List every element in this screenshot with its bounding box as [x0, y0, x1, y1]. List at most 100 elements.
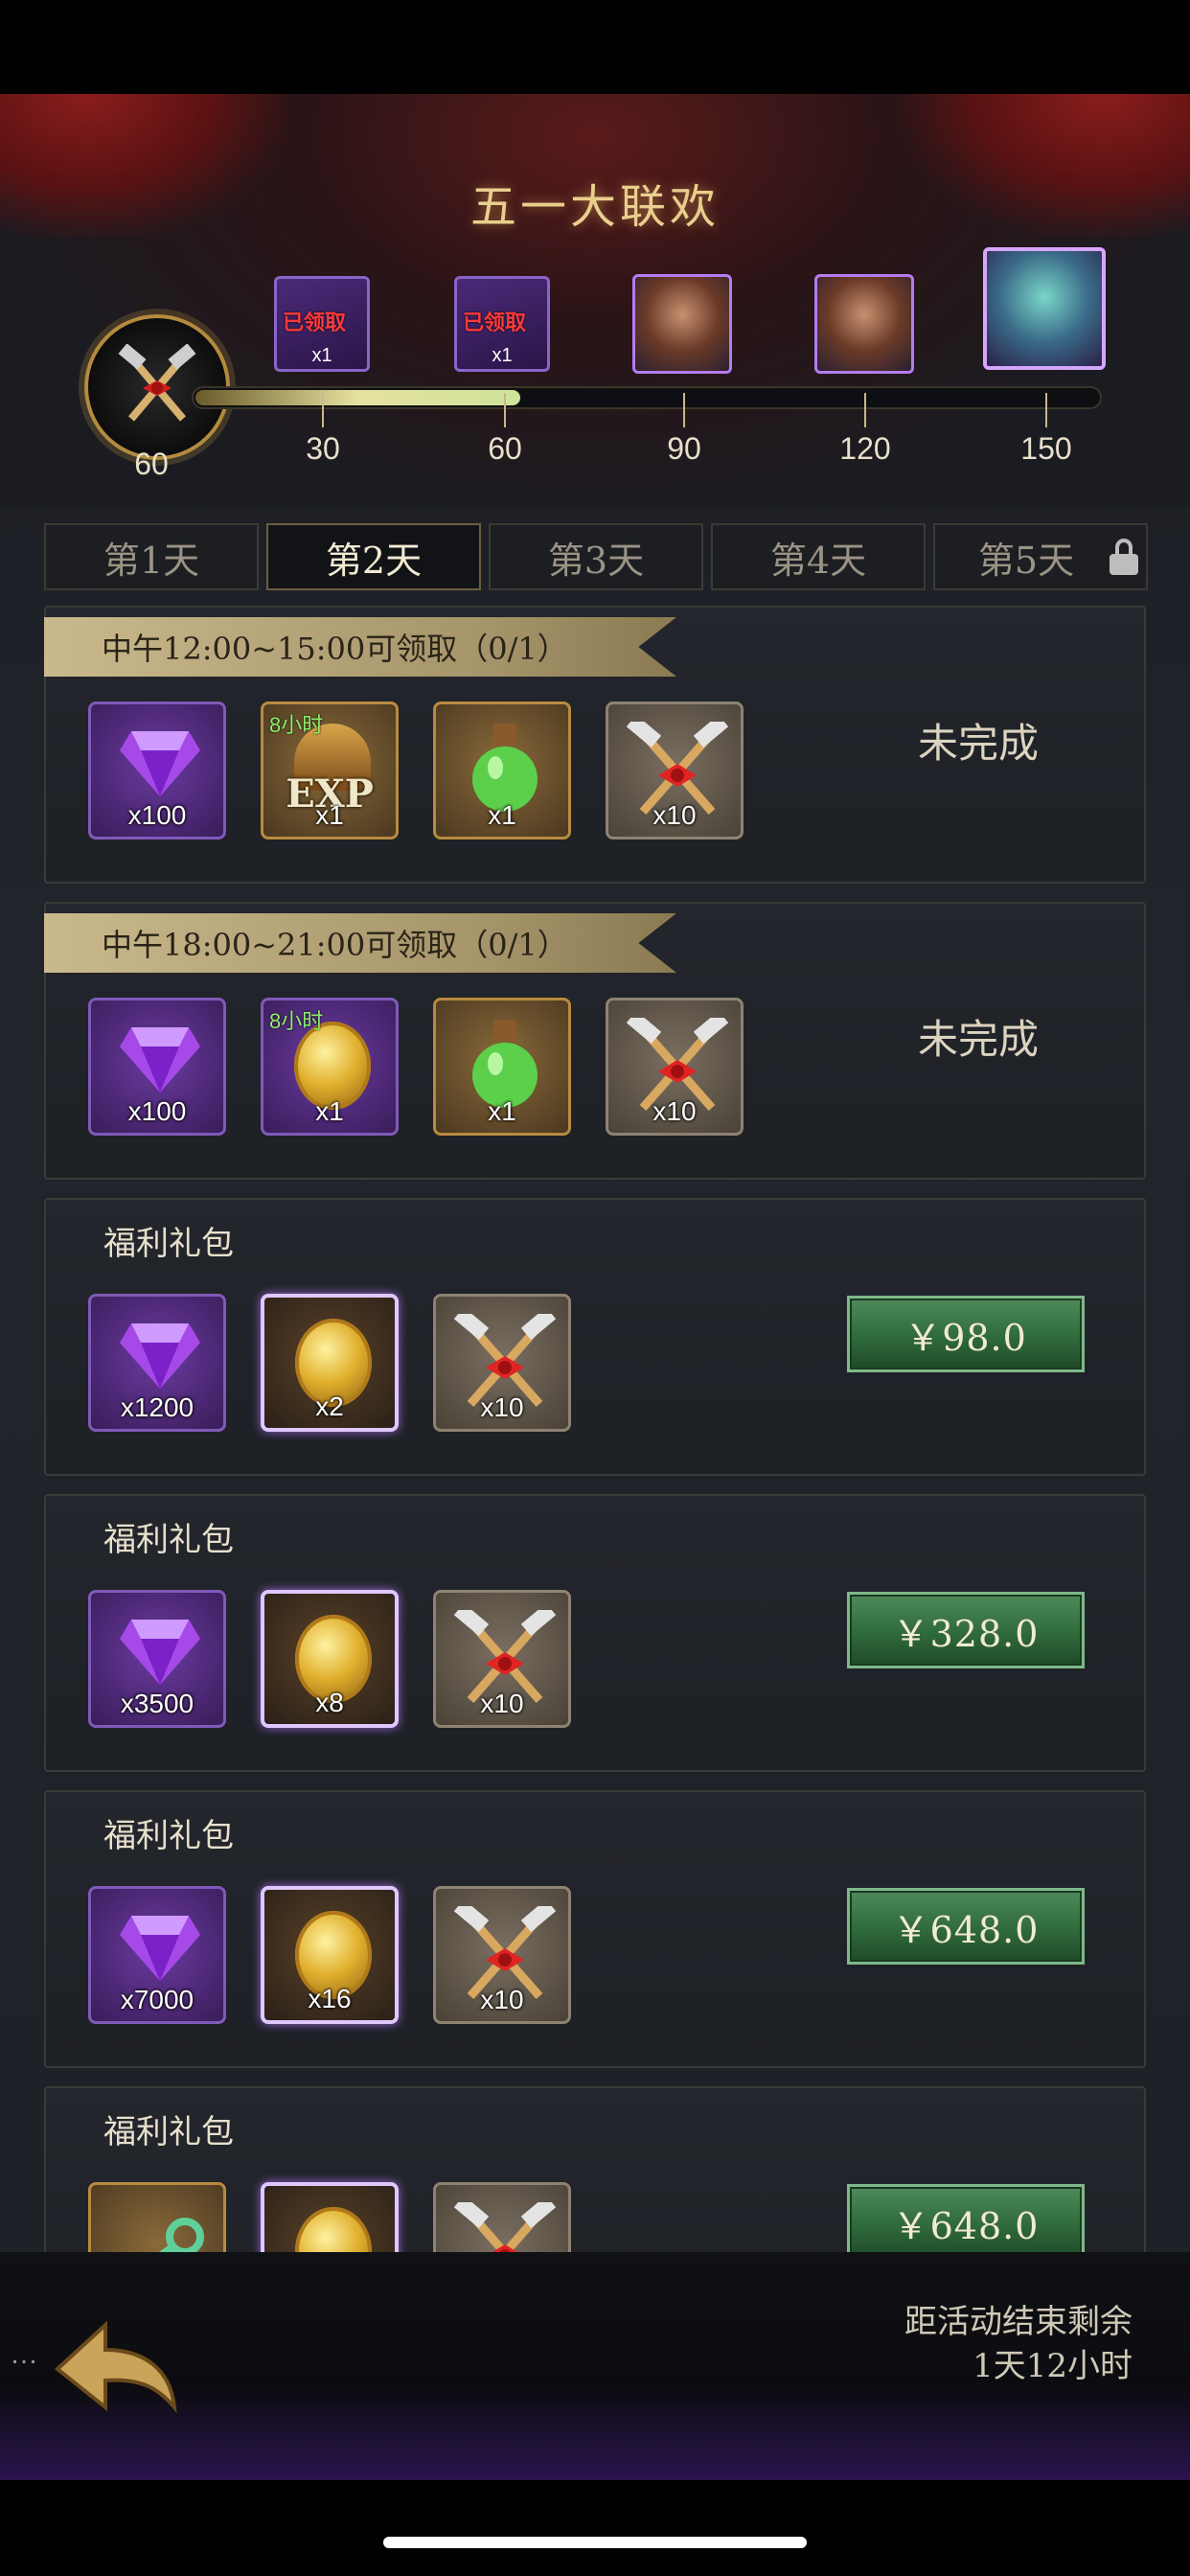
pack-items: x3500 x8 x10	[88, 1590, 571, 1728]
reward-item[interactable]: 8小时 x1	[261, 998, 399, 1136]
milestone-reward-60[interactable]: 已领取 x1	[454, 276, 550, 372]
pack-items: x1200 x2 x10	[88, 1294, 571, 1432]
progress-track	[192, 386, 1102, 409]
item-count: x1	[488, 1096, 516, 1126]
item-count: x3500	[120, 1689, 195, 1718]
reward-item[interactable]: x100	[88, 702, 226, 840]
item-count: x2	[315, 1392, 344, 1421]
purple-gem-icon	[120, 1916, 200, 1981]
event-header: 五一大联欢 60 30 60 90 120 150 已领取 x1 已领取 x1	[0, 94, 1190, 506]
task-status: 未完成	[917, 720, 1039, 767]
gift-pack-panel: 福利礼包 x3500 x8 x10 ￥328.0	[44, 1494, 1146, 1772]
item-count: x1	[488, 800, 516, 830]
lock-icon	[1110, 539, 1138, 577]
milestone-label: 150	[1020, 431, 1072, 466]
reward-items: x100 8小时 EXP x1 x1 x10	[88, 702, 744, 840]
reward-item[interactable]: x100	[88, 998, 226, 1136]
purple-gem-icon	[120, 1027, 200, 1092]
tab-day-3[interactable]: 第3天	[489, 523, 703, 590]
milestone-reward-30[interactable]: 已领取 x1	[274, 276, 370, 372]
reward-item[interactable]: x10	[433, 1590, 571, 1728]
milestone-label: 90	[667, 431, 701, 466]
pack-items: x7000 x16 x10	[88, 1886, 571, 2024]
task-title-ribbon: 中午12:00~15:00可领取（0/1）	[44, 617, 676, 677]
reward-item[interactable]: x1	[433, 702, 571, 840]
purple-gem-icon	[120, 1323, 200, 1389]
countdown-label: 距活动结束剩余	[904, 2303, 1133, 2341]
task-title-ribbon: 中午18:00~21:00可领取（0/1）	[44, 913, 676, 973]
pack-title: 福利礼包	[103, 1521, 234, 1559]
pack-title: 福利礼包	[103, 1817, 234, 1855]
item-count: x10	[652, 1096, 697, 1126]
reward-item[interactable]: x10	[433, 1294, 571, 1432]
reward-count: x1	[492, 345, 513, 366]
progress-fill	[195, 390, 520, 405]
home-indicator-area	[0, 2480, 1190, 2576]
reward-item[interactable]: x1	[433, 998, 571, 1136]
milestone-tick	[322, 393, 324, 427]
item-count: x16	[308, 1984, 352, 2013]
purple-gem-icon	[120, 1620, 200, 1685]
reward-item[interactable]: x10	[433, 1886, 571, 2024]
reward-count: x1	[311, 345, 332, 366]
more-dots: …	[10, 2338, 38, 2370]
gift-pack-panel: 福利礼包 x7000 x16 x10 ￥648.0	[44, 1790, 1146, 2068]
milestone-reward-120-hero-portrait[interactable]	[814, 274, 914, 374]
purple-gem-icon	[120, 731, 200, 796]
task-status: 未完成	[917, 1016, 1039, 1063]
timer-label: 8小时	[269, 713, 324, 737]
item-count: x10	[480, 1689, 524, 1718]
tab-day-5[interactable]: 第5天	[933, 523, 1148, 590]
event-screen: 五一大联欢 60 30 60 90 120 150 已领取 x1 已领取 x1 …	[0, 94, 1190, 2480]
reward-item[interactable]: 8小时 EXP x1	[261, 702, 399, 840]
pack-title: 福利礼包	[103, 2113, 234, 2151]
task-panel: 中午18:00~21:00可领取（0/1） x100 8小时 x1 x1 x10…	[44, 902, 1146, 1180]
milestone-label: 60	[488, 431, 522, 466]
reward-item[interactable]: x10	[606, 702, 744, 840]
milestone-reward-90-hero-portrait[interactable]	[632, 274, 732, 374]
tab-label: 第1天	[103, 539, 200, 582]
footer-bar: … 距活动结束剩余 1天12小时	[0, 2252, 1190, 2480]
milestone-tick	[864, 393, 866, 427]
buy-pack-button[interactable]: ￥648.0	[847, 1888, 1085, 1965]
tab-day-4[interactable]: 第4天	[711, 523, 926, 590]
buy-pack-button[interactable]: ￥98.0	[847, 1296, 1085, 1372]
buy-pack-button[interactable]: ￥328.0	[847, 1592, 1085, 1668]
reward-item[interactable]: x8	[261, 1590, 399, 1728]
claimed-label: 已领取	[283, 310, 347, 334]
tab-day-1[interactable]: 第1天	[44, 523, 259, 590]
reward-item[interactable]: x10	[606, 998, 744, 1136]
crossed-hammers-icon	[118, 344, 196, 422]
milestone-label: 120	[839, 431, 891, 466]
back-arrow-icon[interactable]	[48, 2312, 182, 2417]
timer-label: 8小时	[269, 1009, 324, 1033]
tab-label: 第3天	[547, 539, 645, 582]
milestone-reward-150-hero-portrait[interactable]	[983, 247, 1106, 370]
reward-item[interactable]: x16	[261, 1886, 399, 2024]
tab-label: 第2天	[325, 539, 423, 582]
tab-label: 第5天	[977, 539, 1075, 582]
current-points: 60	[134, 447, 169, 481]
day-tabs: 第1天 第2天 第3天 第4天 第5天	[44, 523, 1148, 590]
item-count: x10	[480, 1392, 524, 1422]
pack-title: 福利礼包	[103, 1225, 234, 1263]
task-panel: 中午12:00~15:00可领取（0/1） x100 8小时 EXP x1 x1…	[44, 606, 1146, 884]
tab-label: 第4天	[769, 539, 867, 582]
home-indicator-bar[interactable]	[383, 2537, 807, 2548]
milestone-label: 30	[306, 431, 340, 466]
reward-item[interactable]: x2	[261, 1294, 399, 1432]
buy-pack-button[interactable]: ￥648.0	[847, 2184, 1085, 2261]
milestone-tick	[683, 393, 685, 427]
status-bar	[0, 0, 1190, 94]
reward-item[interactable]: x3500	[88, 1590, 226, 1728]
reward-item[interactable]: x7000	[88, 1886, 226, 2024]
milestone-tick	[504, 393, 506, 427]
event-title: 五一大联欢	[469, 180, 720, 234]
item-count: x10	[652, 800, 697, 830]
item-count: x10	[480, 1985, 524, 2014]
item-count: x100	[127, 800, 187, 830]
tab-day-2[interactable]: 第2天	[266, 523, 481, 590]
item-count: x7000	[120, 1985, 195, 2014]
reward-item[interactable]: x1200	[88, 1294, 226, 1432]
countdown-value: 1天12小时	[973, 2347, 1133, 2385]
